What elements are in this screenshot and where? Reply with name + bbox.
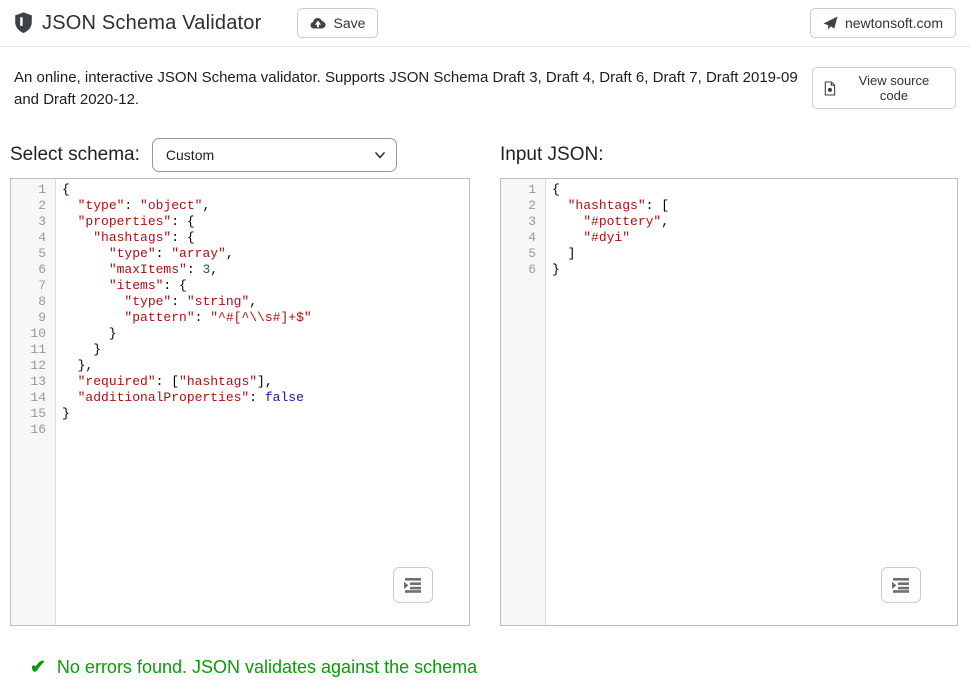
line-number: 2 (501, 198, 545, 214)
code-line: "required": ["hashtags"], (62, 374, 469, 390)
code-line: ] (552, 246, 957, 262)
editors-row: 12345678910111213141516 { "type": "objec… (10, 178, 970, 626)
line-number: 11 (11, 342, 55, 358)
view-source-button[interactable]: View source code (812, 67, 956, 109)
code-line: "hashtags": { (62, 230, 469, 246)
view-source-label: View source code (843, 73, 945, 103)
select-schema-label: Select schema: (10, 144, 140, 166)
schema-editor-gutter: 12345678910111213141516 (11, 179, 56, 625)
code-line: } (552, 262, 957, 278)
code-line: } (62, 326, 469, 342)
code-line: } (62, 406, 469, 422)
code-line: "items": { (62, 278, 469, 294)
json-editor-code[interactable]: { "hashtags": [ "#pottery", "#dyi" ]} (546, 179, 957, 625)
code-line: "type": "array", (62, 246, 469, 262)
line-number: 15 (11, 406, 55, 422)
schema-select[interactable]: Custom (152, 138, 397, 172)
line-number: 1 (501, 182, 545, 198)
schema-editor-code[interactable]: { "type": "object", "properties": { "has… (56, 179, 469, 625)
line-number: 13 (11, 374, 55, 390)
header: JSON Schema Validator Save newtonsoft.co… (0, 0, 970, 47)
line-number: 16 (11, 422, 55, 438)
line-number: 6 (11, 262, 55, 278)
paper-plane-icon (823, 16, 838, 31)
json-format-button[interactable] (881, 567, 921, 603)
code-line: { (62, 182, 469, 198)
line-number: 8 (11, 294, 55, 310)
code-line: "properties": { (62, 214, 469, 230)
code-line: } (62, 342, 469, 358)
code-line: "#pottery", (552, 214, 957, 230)
json-code-editor[interactable]: 123456 { "hashtags": [ "#pottery", "#dyi… (500, 178, 958, 626)
format-indent-icon (403, 577, 423, 593)
line-number: 4 (501, 230, 545, 246)
line-number: 9 (11, 310, 55, 326)
shield-icon (14, 12, 33, 34)
page-title: JSON Schema Validator (42, 12, 261, 35)
code-line: }, (62, 358, 469, 374)
line-number: 3 (11, 214, 55, 230)
code-line: "pattern": "^#[^\\s#]+$" (62, 310, 469, 326)
brand: JSON Schema Validator (14, 12, 261, 35)
line-number: 6 (501, 262, 545, 278)
code-line: "hashtags": [ (552, 198, 957, 214)
newtonsoft-link-label: newtonsoft.com (845, 15, 943, 31)
input-json-label: Input JSON: (500, 144, 604, 165)
line-number: 2 (11, 198, 55, 214)
line-number: 12 (11, 358, 55, 374)
schema-select-wrap: Custom (152, 138, 397, 172)
code-line: { (552, 182, 957, 198)
schema-code-editor[interactable]: 12345678910111213141516 { "type": "objec… (10, 178, 470, 626)
validation-result: ✔ No errors found. JSON validates agains… (30, 656, 956, 679)
schema-format-button[interactable] (393, 567, 433, 603)
newtonsoft-link-button[interactable]: newtonsoft.com (810, 8, 956, 38)
line-number: 3 (501, 214, 545, 230)
schema-picker: Select schema: Custom (10, 138, 470, 172)
code-line: "additionalProperties": false (62, 390, 469, 406)
source-file-icon (823, 81, 836, 96)
code-line: "#dyi" (552, 230, 957, 246)
line-number: 4 (11, 230, 55, 246)
validation-message: No errors found. JSON validates against … (57, 657, 477, 678)
line-number: 5 (11, 246, 55, 262)
line-number: 5 (501, 246, 545, 262)
code-line (62, 422, 469, 438)
format-indent-icon (891, 577, 911, 593)
json-editor-gutter: 123456 (501, 179, 546, 625)
code-line: "type": "string", (62, 294, 469, 310)
code-line: "type": "object", (62, 198, 469, 214)
check-icon: ✔ (30, 656, 46, 679)
cloud-upload-icon (310, 17, 326, 29)
save-button[interactable]: Save (297, 8, 378, 38)
line-number: 7 (11, 278, 55, 294)
line-number: 1 (11, 182, 55, 198)
code-line: "maxItems": 3, (62, 262, 469, 278)
line-number: 14 (11, 390, 55, 406)
line-number: 10 (11, 326, 55, 342)
panel-labels-row: Select schema: Custom Input JSON: (10, 135, 970, 175)
intro-section: An online, interactive JSON Schema valid… (0, 47, 970, 111)
save-button-label: Save (333, 15, 365, 31)
intro-text: An online, interactive JSON Schema valid… (14, 67, 812, 111)
